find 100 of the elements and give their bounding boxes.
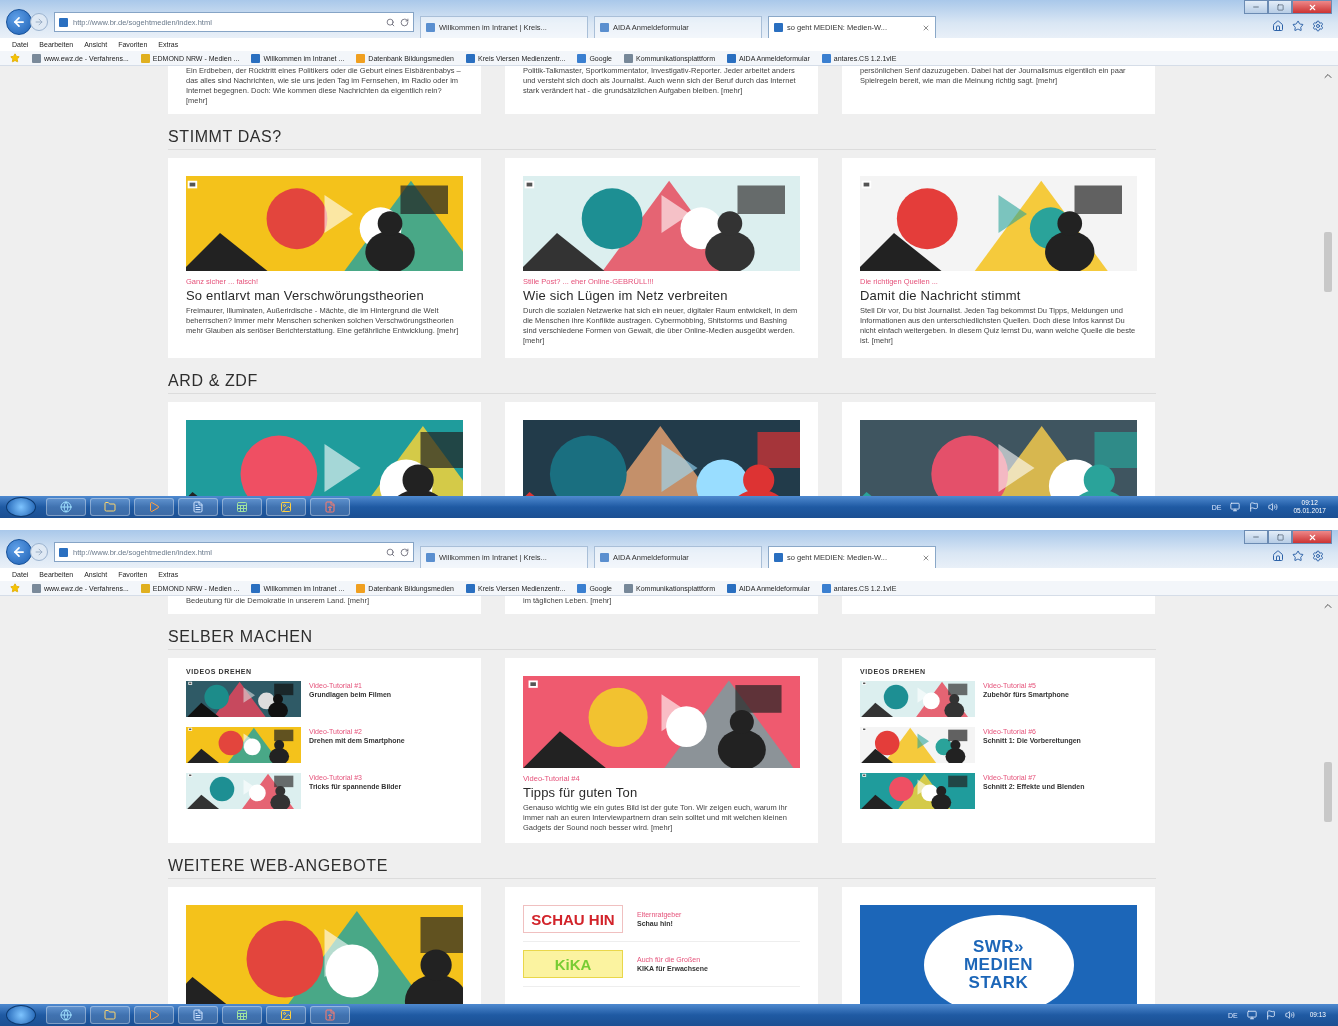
- home-icon[interactable]: [1272, 550, 1284, 562]
- settings-icon[interactable]: [1312, 20, 1324, 32]
- taskbar-button[interactable]: [310, 498, 350, 516]
- scrollbar-thumb[interactable]: [1324, 762, 1332, 822]
- spreadsheet-icon: [236, 1009, 248, 1021]
- home-icon[interactable]: [1272, 20, 1284, 32]
- play-icon: [148, 501, 160, 513]
- minimize-icon: [1252, 533, 1260, 541]
- favicon-icon: [251, 583, 261, 593]
- favicon-icon: [140, 53, 150, 63]
- settings-icon[interactable]: [1312, 550, 1324, 562]
- back-button[interactable]: [6, 9, 32, 35]
- taskbar-button[interactable]: [266, 1006, 306, 1024]
- close-icon[interactable]: [922, 553, 930, 562]
- maximize-button[interactable]: [1268, 530, 1292, 544]
- star-icon[interactable]: [10, 53, 20, 63]
- volume-icon[interactable]: [1268, 502, 1279, 512]
- teaser-title[interactable]: So entlarvt man Verschwörungstheorien: [186, 288, 463, 303]
- section-heading: WEITERE WEB-ANGEBOTE: [168, 857, 1156, 879]
- favicon-icon: [774, 553, 783, 562]
- flag-icon[interactable]: [1265, 1010, 1276, 1020]
- minimize-button[interactable]: [1244, 530, 1268, 544]
- taskbar-button[interactable]: [90, 498, 130, 516]
- maximize-icon: [1276, 533, 1284, 541]
- favicon-icon: [774, 23, 783, 32]
- taskbar-button[interactable]: [46, 498, 86, 516]
- document-icon: [192, 1009, 204, 1021]
- spreadsheet-icon: [236, 501, 248, 513]
- favicon-icon: [251, 53, 261, 63]
- star-icon[interactable]: [10, 583, 20, 593]
- start-button[interactable]: [6, 1005, 36, 1025]
- minimize-icon: [1252, 3, 1260, 11]
- close-icon[interactable]: [922, 23, 930, 32]
- refresh-icon[interactable]: [400, 547, 409, 557]
- star-icon[interactable]: [1292, 20, 1304, 32]
- taskbar-button[interactable]: [134, 1006, 174, 1024]
- taskbar-button[interactable]: [90, 1006, 130, 1024]
- logo-text: MEDIEN: [963, 956, 1034, 974]
- taskbar-button[interactable]: [134, 498, 174, 516]
- search-icon[interactable]: [386, 17, 395, 27]
- close-icon: [1307, 532, 1317, 542]
- star-icon[interactable]: [1292, 550, 1304, 562]
- favicon-icon: [726, 53, 736, 63]
- favicon-icon: [140, 583, 150, 593]
- section-heading: SELBER MACHEN: [168, 628, 1156, 650]
- favicon-icon: [426, 23, 435, 32]
- monitor-icon[interactable]: [1230, 502, 1241, 512]
- search-icon[interactable]: [386, 547, 395, 557]
- taskbar-button[interactable]: [222, 1006, 262, 1024]
- favicon-icon: [32, 53, 41, 63]
- refresh-icon[interactable]: [400, 17, 409, 27]
- back-arrow-icon: [12, 15, 26, 29]
- section-heading: ARD & ZDF: [168, 372, 1156, 394]
- maximize-button[interactable]: [1268, 0, 1292, 14]
- logo-text: SWR»: [972, 938, 1025, 956]
- taskbar-button[interactable]: [266, 498, 306, 516]
- forward-button[interactable]: [30, 13, 48, 31]
- favicon-icon: [577, 53, 587, 63]
- teaser-title[interactable]: Tipps für guten Ton: [523, 785, 800, 800]
- forward-arrow-icon: [34, 17, 44, 27]
- browser-icon: [60, 1009, 72, 1021]
- scrollbar-thumb[interactable]: [1324, 232, 1332, 292]
- file-icon: [324, 1009, 336, 1021]
- teaser-title[interactable]: Wie sich Lügen im Netz verbreiten: [523, 288, 800, 303]
- start-button[interactable]: [6, 497, 36, 517]
- volume-icon[interactable]: [1284, 1010, 1295, 1020]
- logo-banner[interactable]: SWR» MEDIEN STARK: [860, 905, 1137, 1004]
- flag-icon[interactable]: [1249, 502, 1260, 512]
- favicon-icon: [821, 53, 831, 63]
- forward-button[interactable]: [30, 543, 48, 561]
- taskbar-button[interactable]: [310, 1006, 350, 1024]
- folder-icon: [104, 501, 116, 513]
- favicon-icon: [726, 583, 736, 593]
- favicon-icon: [356, 583, 366, 593]
- back-button[interactable]: [6, 539, 32, 565]
- favicon-icon: [624, 53, 633, 63]
- favicon-icon: [600, 553, 609, 562]
- file-icon: [324, 501, 336, 513]
- document-icon: [192, 501, 204, 513]
- favicon-icon: [59, 17, 68, 27]
- teaser-title[interactable]: Damit die Nachricht stimmt: [860, 288, 1137, 303]
- site-logo[interactable]: SCHAU HIN: [523, 905, 623, 933]
- close-icon: [1307, 2, 1317, 12]
- image-icon: [280, 1009, 292, 1021]
- folder-icon: [104, 1009, 116, 1021]
- favicon-icon: [426, 553, 435, 562]
- browser-icon: [60, 501, 72, 513]
- favicon-icon: [356, 53, 366, 63]
- favicon-icon: [466, 53, 475, 63]
- section-heading: STIMMT DAS?: [168, 128, 1156, 150]
- minimize-button[interactable]: [1244, 0, 1268, 14]
- monitor-icon[interactable]: [1246, 1010, 1257, 1020]
- taskbar-button[interactable]: [178, 498, 218, 516]
- close-button[interactable]: [1292, 0, 1332, 14]
- taskbar-button[interactable]: [222, 498, 262, 516]
- favicon-icon: [600, 23, 609, 32]
- taskbar-button[interactable]: [46, 1006, 86, 1024]
- favicon-icon: [577, 583, 587, 593]
- close-button[interactable]: [1292, 530, 1332, 544]
- taskbar-button[interactable]: [178, 1006, 218, 1024]
